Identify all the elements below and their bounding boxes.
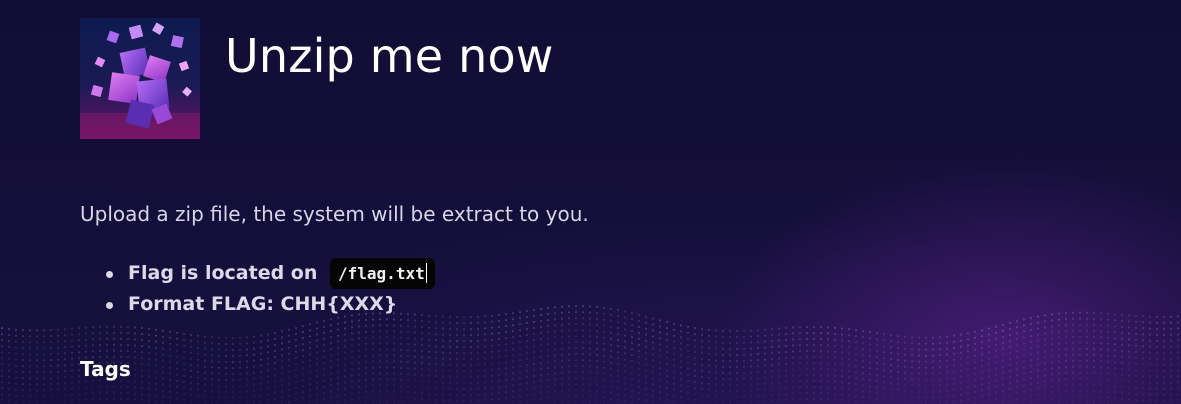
tags-heading: Tags: [80, 357, 131, 381]
bullet-icon: [106, 271, 113, 278]
challenge-header: Unzip me now: [80, 18, 554, 139]
text-cursor: [425, 263, 427, 283]
flag-path-text: /flag.txt: [338, 264, 425, 283]
purple-cubes-icon: [80, 18, 200, 139]
info-list: Flag is located on /flag.txt Format FLAG…: [80, 258, 435, 320]
list-item: Format FLAG: CHH{XXX}: [80, 289, 435, 320]
flag-path-code[interactable]: /flag.txt: [330, 258, 435, 289]
page-title: Unzip me now: [225, 29, 554, 83]
bullet-icon: [106, 302, 113, 309]
challenge-description: Upload a zip file, the system will be ex…: [80, 202, 589, 226]
list-item: Flag is located on /flag.txt: [80, 258, 435, 289]
list-item-text: Format FLAG: CHH{XXX}: [128, 293, 398, 315]
list-item-text: Flag is located on: [128, 262, 318, 284]
